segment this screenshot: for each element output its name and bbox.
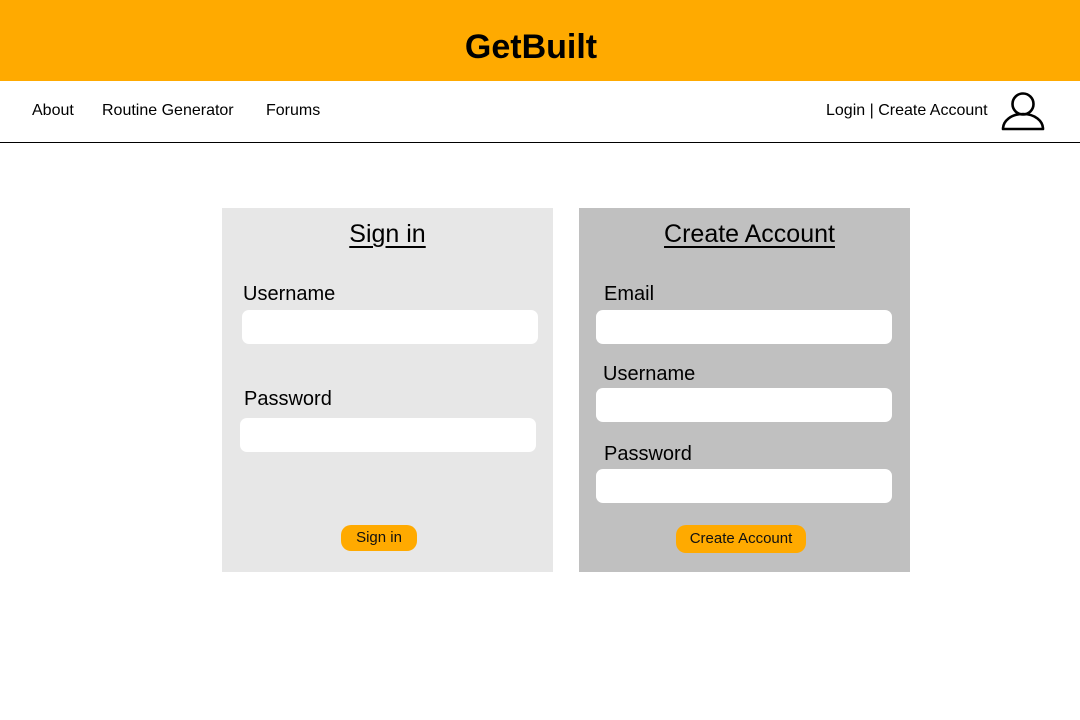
sign-in-username-label: Username — [243, 283, 336, 305]
create-account-panel: Create Account Email Username Password C… — [579, 208, 910, 572]
user-icon[interactable] — [1000, 91, 1046, 131]
create-account-link[interactable]: Create Account — [878, 102, 987, 119]
auth-separator: | — [865, 102, 879, 119]
sign-in-panel: Sign in Username Password Sign in — [222, 208, 553, 572]
create-account-title-text: Create Account — [664, 220, 835, 248]
create-email-label: Email — [604, 283, 655, 305]
sign-in-username-input[interactable] — [242, 310, 538, 344]
nav-routine-generator-link[interactable]: Routine Generator — [102, 101, 234, 121]
sign-in-button[interactable]: Sign in — [341, 525, 417, 551]
auth-links: Login | Create Account — [826, 101, 988, 121]
create-password-input[interactable] — [596, 469, 892, 503]
create-username-input[interactable] — [596, 388, 892, 422]
login-link[interactable]: Login — [826, 102, 865, 119]
nav-about-link[interactable]: About — [32, 101, 74, 121]
create-account-button[interactable]: Create Account — [676, 525, 806, 553]
sign-in-password-input[interactable] — [240, 418, 536, 452]
site-header: GetBuilt — [0, 0, 1080, 81]
create-account-title: Create Account — [584, 218, 915, 250]
sign-in-password-label: Password — [244, 388, 332, 410]
sign-in-title: Sign in — [222, 218, 553, 250]
top-navigation: About Routine Generator Forums Login | C… — [0, 81, 1080, 143]
nav-forums-link[interactable]: Forums — [266, 101, 320, 121]
site-logo-text[interactable]: GetBuilt — [0, 27, 1062, 67]
create-username-label: Username — [603, 363, 696, 385]
create-password-label: Password — [604, 443, 692, 465]
create-email-input[interactable] — [596, 310, 892, 344]
sign-in-title-text: Sign in — [349, 220, 426, 248]
